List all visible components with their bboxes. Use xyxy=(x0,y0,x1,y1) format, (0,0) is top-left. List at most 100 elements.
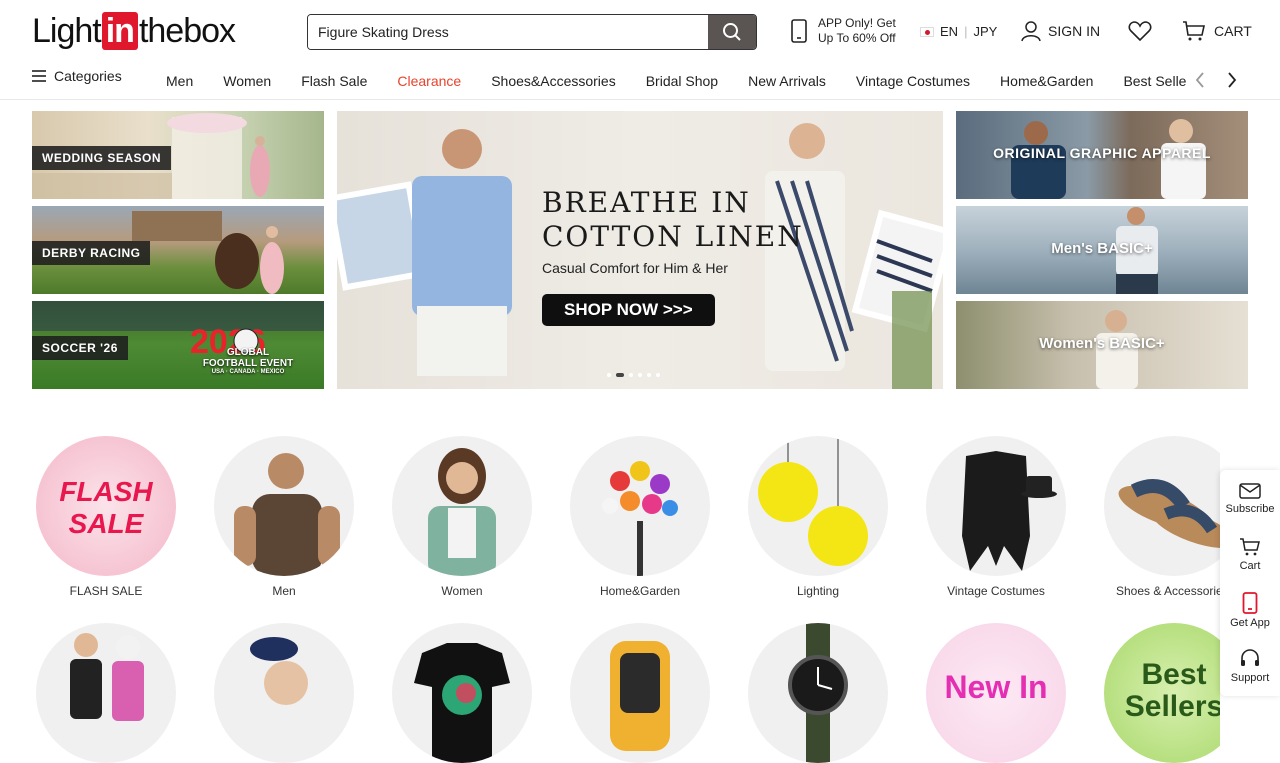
cart-link[interactable]: CART xyxy=(1182,20,1252,42)
hero-subtitle: Casual Comfort for Him & Her xyxy=(542,260,728,276)
best-sellers-art: Best Sellers xyxy=(1124,658,1220,723)
graphic-apparel-label: ORIGINAL GRAPHIC APPAREL xyxy=(993,145,1211,161)
carousel-dot[interactable] xyxy=(656,373,660,377)
nav-item-women[interactable]: Women xyxy=(223,73,271,89)
womens-basic-banner[interactable]: Women's BASIC+ xyxy=(956,301,1248,389)
support-button[interactable]: Support xyxy=(1220,638,1280,694)
backpack-thumbnail xyxy=(570,623,710,763)
site-logo[interactable]: Light in thebox xyxy=(32,11,236,50)
language-currency-selector[interactable]: EN | JPY xyxy=(920,24,997,39)
support-label: Support xyxy=(1230,671,1270,684)
carousel-dot[interactable] xyxy=(647,373,651,377)
category-label: Home&Garden xyxy=(599,584,681,598)
hero-text: BREATHE IN COTTON LINEN Casual Comfort f… xyxy=(542,186,804,326)
flash-sale-thumbnail: FLASH SALE xyxy=(36,436,176,576)
cart-label: CART xyxy=(1214,23,1252,39)
category-women[interactable]: Women xyxy=(382,436,542,598)
category-men[interactable]: Men xyxy=(204,436,364,598)
new-in-art: New In xyxy=(944,669,1048,705)
categories-menu[interactable]: Categories xyxy=(32,68,122,84)
search-icon xyxy=(723,23,741,41)
category-graphic-tees[interactable] xyxy=(382,623,542,763)
nav-items: Men Women Flash Sale Clearance Shoes&Acc… xyxy=(166,68,1186,94)
soccer-badge-line: FOOTBALL EVENT xyxy=(202,358,294,369)
derby-racing-label: DERBY RACING xyxy=(32,241,151,265)
carousel-dot[interactable] xyxy=(629,373,633,377)
derby-racing-banner[interactable]: DERBY RACING xyxy=(32,206,324,294)
nav-item-home-garden[interactable]: Home&Garden xyxy=(1000,73,1093,89)
lighting-thumbnail xyxy=(748,436,888,576)
cart-icon xyxy=(1183,21,1205,41)
category-label: Men xyxy=(272,584,296,598)
shop-now-button[interactable]: SHOP NOW >>> xyxy=(542,294,715,326)
nav-item-new-arrivals[interactable]: New Arrivals xyxy=(748,73,826,89)
carousel-dot-active[interactable] xyxy=(616,373,624,377)
chevron-left-icon xyxy=(1195,72,1204,88)
category-watches[interactable] xyxy=(738,623,898,763)
nav-item-clearance[interactable]: Clearance xyxy=(397,73,461,89)
carousel-dot[interactable] xyxy=(607,373,611,377)
subscribe-label: Subscribe xyxy=(1225,502,1275,515)
japan-flag-icon xyxy=(920,26,934,37)
logo-text-thebox: thebox xyxy=(138,11,236,50)
vintage-costumes-thumbnail xyxy=(926,436,1066,576)
backpack-image xyxy=(610,641,670,751)
wishlist-button[interactable] xyxy=(1128,20,1152,47)
subscribe-button[interactable]: Subscribe xyxy=(1220,470,1280,526)
headset-icon xyxy=(1241,648,1259,666)
heart-icon xyxy=(1128,21,1152,42)
category-fascinators[interactable] xyxy=(204,623,364,763)
soccer-banner[interactable]: 2026 GLOBAL FOOTBALL EVENT USA · CANADA … xyxy=(32,301,324,389)
nav-item-bridal-shop[interactable]: Bridal Shop xyxy=(646,73,718,89)
hero-banner[interactable]: BREATHE IN COTTON LINEN Casual Comfort f… xyxy=(337,111,943,389)
search-button[interactable] xyxy=(708,15,756,49)
app-promo-line1: APP Only! Get xyxy=(818,16,896,30)
category-flash-sale[interactable]: FLASH SALE FLASH SALE xyxy=(26,436,186,598)
nav-prev-button[interactable] xyxy=(1190,70,1210,90)
wedding-season-label: WEDDING SEASON xyxy=(32,146,172,170)
nav-item-shoes-accessories[interactable]: Shoes&Accessories xyxy=(491,73,616,89)
wedding-season-banner[interactable]: WEDDING SEASON xyxy=(32,111,324,199)
tshirt-thumbnail xyxy=(392,623,532,763)
category-lighting[interactable]: Lighting xyxy=(738,436,898,598)
kids-thumbnail xyxy=(36,623,176,763)
sign-in-link[interactable]: SIGN IN xyxy=(1020,20,1100,42)
nav-item-flash-sale[interactable]: Flash Sale xyxy=(301,73,367,89)
category-kids[interactable] xyxy=(26,623,186,763)
search-input[interactable] xyxy=(308,15,708,49)
carousel-dot[interactable] xyxy=(638,373,642,377)
category-new-in[interactable]: New In xyxy=(916,623,1076,763)
new-in-thumbnail: New In xyxy=(926,623,1066,763)
flowers-image xyxy=(602,461,678,576)
sandals-image xyxy=(1118,479,1220,548)
get-app-button[interactable]: Get App xyxy=(1220,582,1280,638)
app-promo-line2: Up To 60% Off xyxy=(818,31,896,45)
phone-icon xyxy=(791,19,807,43)
nav-item-vintage-costumes[interactable]: Vintage Costumes xyxy=(856,73,970,89)
carousel-dots xyxy=(607,373,660,377)
graphic-apparel-banner[interactable]: ORIGINAL GRAPHIC APPAREL xyxy=(956,111,1248,199)
lang-separator: | xyxy=(964,24,968,39)
phone-icon xyxy=(1242,591,1258,614)
logo-text-light: Light xyxy=(32,11,102,50)
category-bags[interactable] xyxy=(560,623,720,763)
nav-next-button[interactable] xyxy=(1222,70,1242,90)
cart-icon xyxy=(1240,537,1260,555)
women-image xyxy=(428,448,496,576)
kids-image xyxy=(70,633,144,721)
category-best-sellers[interactable]: Best Sellers xyxy=(1094,623,1220,763)
mens-basic-label: Men's BASIC+ xyxy=(1051,240,1153,257)
category-home-garden[interactable]: Home&Garden xyxy=(560,436,720,598)
flash-sale-art: FLASH SALE xyxy=(59,476,153,539)
mens-basic-banner[interactable]: Men's BASIC+ xyxy=(956,206,1248,294)
best-sellers-thumbnail: Best Sellers xyxy=(1104,623,1220,763)
logo-text-in: in xyxy=(101,12,138,50)
category-vintage-costumes[interactable]: Vintage Costumes xyxy=(916,436,1076,598)
soccer-label: SOCCER '26 xyxy=(32,336,128,360)
category-shoes-accessories[interactable]: Shoes & Accessories xyxy=(1094,436,1220,598)
side-cart-button[interactable]: Cart xyxy=(1220,526,1280,582)
nav-item-best-sellers[interactable]: Best Sellers xyxy=(1123,73,1186,89)
language-label: EN xyxy=(940,24,959,39)
app-promo[interactable]: APP Only! Get Up To 60% Off xyxy=(790,16,896,46)
nav-item-men[interactable]: Men xyxy=(166,73,193,89)
